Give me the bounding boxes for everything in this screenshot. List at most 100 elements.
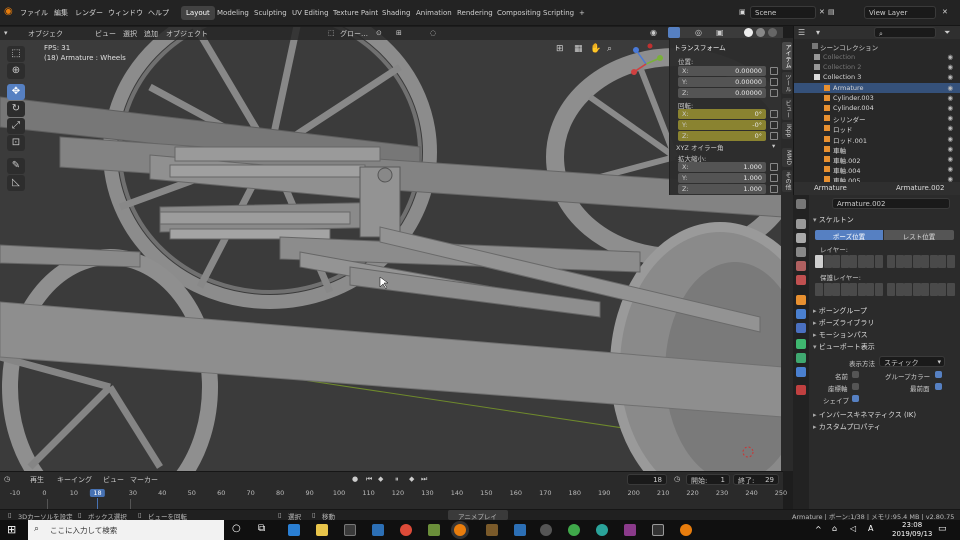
github-icon[interactable] [540,524,552,536]
app-icon[interactable] [428,524,440,536]
ime-icon[interactable]: A [868,524,873,533]
rest-position-button[interactable]: レスト位置 [884,230,954,241]
lock-icon[interactable] [770,132,778,140]
pivot-icon[interactable]: ⊙ [376,29,382,37]
eye-icon[interactable]: ◉ [947,145,953,153]
tab-other[interactable]: その他 [782,170,792,192]
tab-ikpp[interactable]: IKpp [782,122,792,140]
layer-toggle[interactable] [874,283,883,296]
outliner-row[interactable]: シリンダー ◉ [794,113,960,124]
outliner-scene-collection[interactable]: シーンコレクション [794,41,960,52]
pan-icon[interactable]: ✋ [590,44,601,54]
outliner-row[interactable]: 車軸 ◉ [794,144,960,155]
lock-icon[interactable] [770,67,778,75]
rotation-y-field[interactable]: Y: -0° [678,120,766,130]
inverse-kinematics-panel[interactable]: インバースキネマティクス (IK) [813,410,916,420]
app-icon[interactable] [596,524,608,536]
layer-toggle[interactable] [929,283,938,296]
lock-icon[interactable] [770,185,778,193]
gizmo-toggle-icon[interactable] [668,27,680,38]
mode-select[interactable]: オブジェク [28,29,63,39]
bone-constraint-tab-icon[interactable] [796,367,806,377]
store-icon[interactable] [372,524,384,536]
bone-tab-icon[interactable] [796,353,806,363]
scene-icon[interactable]: ▣ [739,8,746,16]
add-workspace-button[interactable]: + [574,6,590,20]
layer-toggle[interactable] [840,283,849,296]
transform-tool[interactable]: ⊡ [7,135,25,151]
bone-groups-panel[interactable]: ボーングループ [813,306,867,316]
view-layer-icon[interactable]: ▤ [828,8,835,16]
texture-tab-icon[interactable] [796,385,806,395]
tab-animation[interactable]: Animation [411,6,457,20]
protected-layers-grid[interactable] [815,283,955,297]
lock-icon[interactable] [770,163,778,171]
eye-icon[interactable]: ◉ [947,155,953,163]
transform-panel-title[interactable]: トランスフォーム [674,42,726,52]
output-tab-icon[interactable] [796,233,806,243]
scale-y-field[interactable]: Y: 1.000 [678,173,766,183]
layer-toggle[interactable] [840,255,849,268]
xray-icon[interactable]: ▣ [716,28,724,37]
outliner-row[interactable]: Cylinder.004 ◉ [794,103,960,113]
outliner-search-input[interactable]: ⌕ [874,27,936,38]
layer-toggle[interactable] [857,283,866,296]
custom-properties-panel[interactable]: カスタムプロパティ [813,422,881,432]
filter-icon[interactable]: ▾ [816,28,820,37]
scene-field[interactable]: Scene [750,6,816,19]
layer-toggle[interactable] [946,283,955,296]
outliner-row[interactable]: ロッド.001 ◉ [794,134,960,145]
tool-tab-icon[interactable] [796,199,806,209]
menu-window[interactable]: ウィンドウ [108,8,143,18]
armature-data-tab-icon[interactable] [796,339,806,349]
group-colors-checkbox[interactable] [935,371,942,378]
edge-icon[interactable] [288,524,300,536]
tab-tool[interactable]: ツール [782,72,792,94]
app-icon[interactable] [652,524,664,536]
names-checkbox[interactable] [852,371,859,378]
viewport-display-panel[interactable]: ビューポート表示 [813,342,875,352]
breadcrumb-data[interactable]: Armature.002 [896,184,944,192]
axes-checkbox[interactable] [852,383,859,390]
bone-layers-grid[interactable] [815,255,955,269]
chevron-down-icon[interactable]: ▾ [772,142,775,150]
menu-file[interactable]: ファイル [20,8,48,18]
tab-rendering[interactable]: Rendering [452,6,498,20]
render-tab-icon[interactable] [796,219,806,229]
notification-icon[interactable]: ▭ [938,524,947,534]
layer-toggle[interactable] [929,255,938,268]
layer-toggle[interactable] [938,255,946,268]
pose-library-panel[interactable]: ポーズライブラリ [813,318,875,328]
messenger-icon[interactable] [568,524,580,536]
navigation-gizmo[interactable] [624,42,668,82]
task-view-icon[interactable]: ⧉ [258,523,265,534]
editor-type-icon[interactable]: ▾ [4,29,8,37]
layer-toggle[interactable] [904,283,912,296]
outliner-row[interactable]: Collection ◉ [794,52,960,62]
eye-icon[interactable]: ◉ [947,84,953,92]
view-layer-field[interactable]: View Layer [864,6,936,19]
dropbox-icon[interactable] [514,524,526,536]
menu-render[interactable]: レンダー [75,8,103,18]
rotation-mode-select[interactable]: XYZ オイラー角 [676,142,723,152]
world-tab-icon[interactable] [796,275,806,285]
orientation-select[interactable]: グロー… [340,29,368,39]
outliner-row[interactable]: Cylinder.003 ◉ [794,93,960,103]
tab-mmd[interactable]: MMD [782,148,792,167]
layer-toggle[interactable] [832,255,840,268]
cortana-icon[interactable]: ○ [232,523,241,534]
outliner-row[interactable]: Armature ◉ [794,82,960,93]
layer-toggle[interactable] [866,283,874,296]
close-icon[interactable]: ✕ [819,8,825,16]
tab-shading[interactable]: Shading [377,6,415,20]
layer-toggle[interactable] [832,283,840,296]
file-explorer-icon[interactable] [316,524,328,536]
volume-icon[interactable]: ◁ [850,524,856,533]
layer-toggle[interactable] [895,255,904,268]
move-tool[interactable]: ✥ [7,84,25,100]
select-box-tool[interactable]: ⬚ [7,46,25,62]
mail-icon[interactable] [344,524,356,536]
network-icon[interactable]: ⌂ [832,524,837,533]
measure-tool[interactable]: ◺ [7,175,25,191]
tab-layout[interactable]: Layout [181,6,215,20]
